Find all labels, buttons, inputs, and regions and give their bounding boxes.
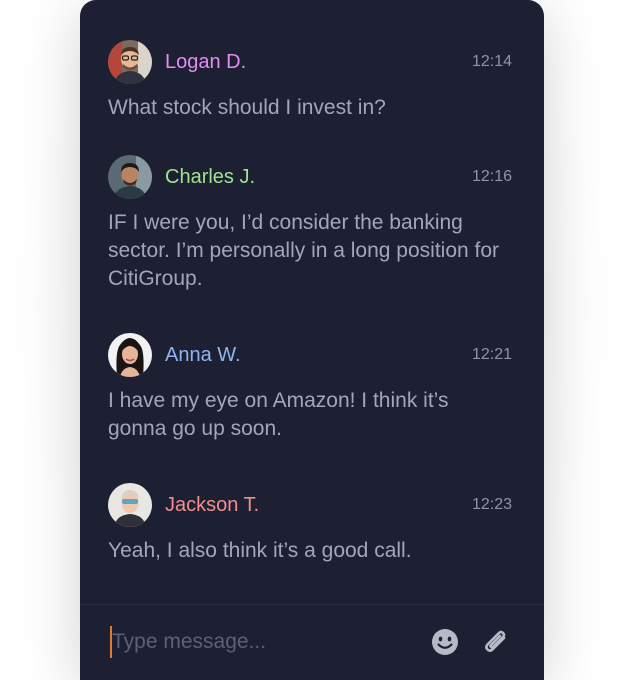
avatar-jackson-icon [108, 483, 152, 527]
message-header: Jackson T. 12:23 [108, 483, 512, 527]
avatar-anna-icon [108, 333, 152, 377]
avatar[interactable] [108, 333, 152, 377]
avatar[interactable] [108, 155, 152, 199]
author-name: Anna W. [165, 344, 241, 366]
message-text: IF I were you, I’d consider the banking … [108, 211, 500, 290]
chat-message: Logan D. 12:14 What stock should I inves… [108, 40, 512, 122]
message-time: 12:23 [471, 496, 512, 513]
message-time: 12:14 [471, 53, 512, 70]
message-time: 12:21 [471, 346, 512, 363]
message-text: What stock should I invest in? [108, 96, 386, 119]
message-input[interactable] [112, 626, 412, 658]
chat-message: Charles J. 12:16 IF I were you, I’d cons… [108, 155, 512, 293]
avatar-logan-icon [108, 40, 152, 84]
avatar[interactable] [108, 483, 152, 527]
chat-message: Anna W. 12:21 I have my eye on Amazon! I… [108, 333, 512, 443]
message-header: Charles J. 12:16 [108, 155, 512, 199]
author-name: Logan D. [165, 51, 247, 73]
author-name: Jackson T. [165, 494, 260, 516]
message-composer [108, 622, 512, 662]
page-background: Logan D. 12:14 What stock should I inves… [0, 0, 624, 680]
attach-button[interactable] [480, 626, 512, 658]
smiley-icon [432, 629, 458, 655]
message-time: 12:16 [471, 168, 512, 185]
paperclip-icon [485, 630, 506, 652]
message-text: I have my eye on Amazon! I think it’s go… [108, 389, 449, 440]
message-header: Logan D. 12:14 [108, 40, 512, 84]
author-name: Charles J. [165, 166, 256, 188]
message-text: Yeah, I also think it’s a good call. [108, 539, 412, 562]
avatar[interactable] [108, 40, 152, 84]
message-header: Anna W. 12:21 [108, 333, 512, 377]
chat-message: Jackson T. 12:23 Yeah, I also think it’s… [108, 483, 512, 565]
emoji-button[interactable] [430, 627, 460, 657]
chat-panel: Logan D. 12:14 What stock should I inves… [80, 0, 544, 680]
composer-divider [80, 604, 544, 605]
avatar-charles-icon [108, 155, 152, 199]
